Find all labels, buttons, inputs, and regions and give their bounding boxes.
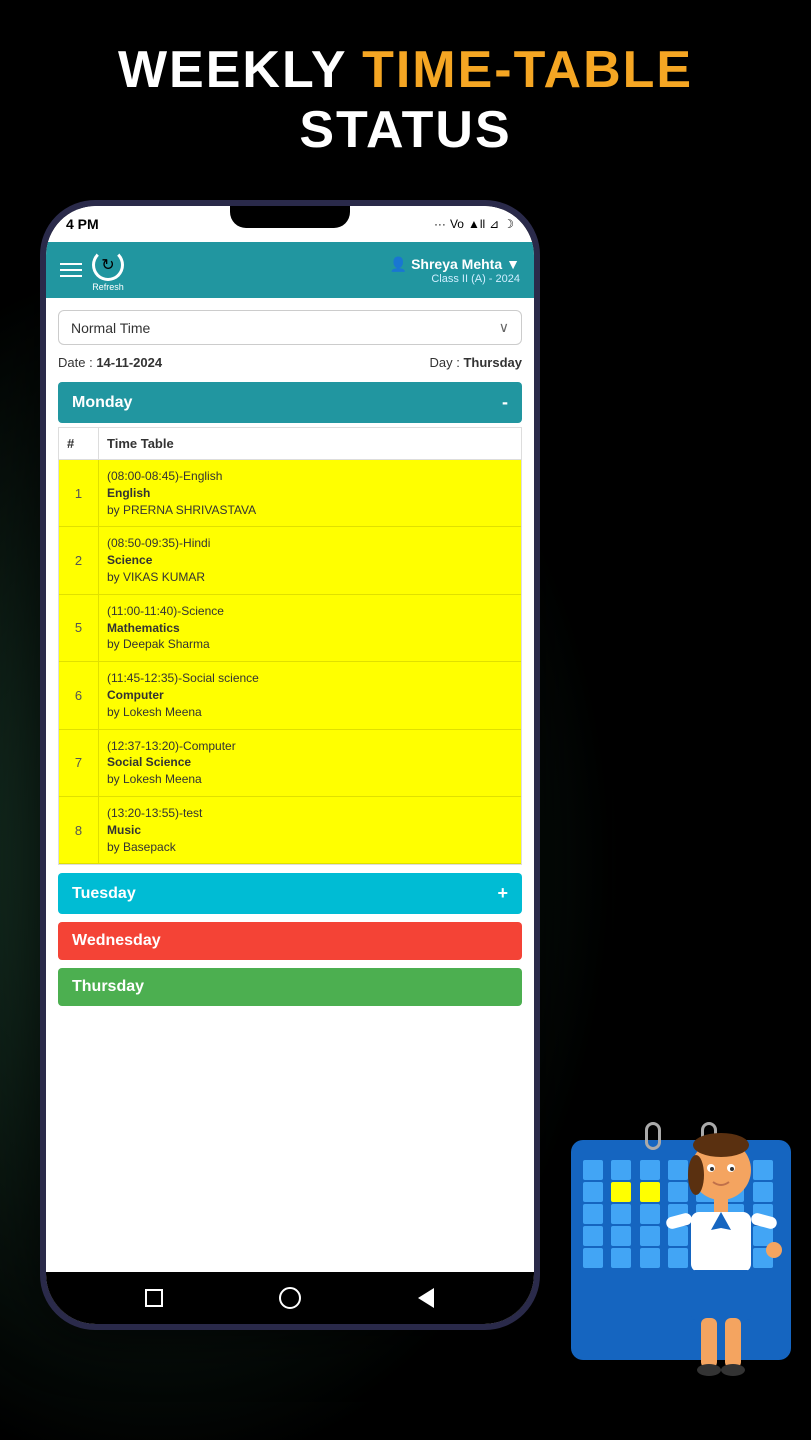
dropdown-arrow-nav: ▼	[506, 256, 520, 272]
row-subject-8: (13:20-13:55)-testMusic by Basepack	[99, 797, 521, 863]
refresh-icon: ↻	[92, 249, 124, 281]
moon-icon: ☽	[503, 217, 514, 231]
row-num-2: 2	[59, 527, 99, 593]
table-row: 2 (08:50-09:35)-HindiScience by VIKAS KU…	[59, 527, 521, 594]
title-status: STATUS	[0, 100, 811, 160]
dropdown-selected: Normal Time	[71, 320, 150, 336]
title-timetable: TIME-TABLE	[362, 41, 693, 99]
row-subject-7: (12:37-13:20)-ComputerSocial Science by …	[99, 730, 521, 796]
monday-section: Monday - # Time Table 1 (08:00-08:45)-En…	[58, 382, 522, 865]
character-figure	[641, 1120, 801, 1400]
row-num-8: 8	[59, 797, 99, 863]
thursday-header[interactable]: Thursday	[58, 968, 522, 1006]
battery-icon: ⊿	[489, 217, 499, 231]
table-row: 5 (11:00-11:40)-ScienceMathematics by De…	[59, 595, 521, 662]
day-display: Day : Thursday	[430, 355, 522, 370]
row-subject-1: (08:00-08:45)-EnglishEnglish by PRERNA S…	[99, 460, 521, 526]
table-row: 1 (08:00-08:45)-EnglishEnglish by PRERNA…	[59, 460, 521, 527]
tuesday-toggle: +	[497, 883, 508, 904]
signal-icon: ···	[434, 217, 446, 231]
nav-recent-button[interactable]	[143, 1287, 165, 1309]
home-icon	[279, 1287, 301, 1309]
row-subject-5: (11:00-11:40)-ScienceMathematics by Deep…	[99, 595, 521, 661]
wednesday-section: Wednesday	[58, 922, 522, 960]
user-icon: 👤	[390, 256, 407, 273]
table-row: 8 (13:20-13:55)-testMusic by Basepack	[59, 797, 521, 864]
row-subject-6: (11:45-12:35)-Social scienceComputer by …	[99, 662, 521, 728]
col-num: #	[59, 428, 99, 459]
hamburger-menu[interactable]	[60, 263, 82, 277]
refresh-label: Refresh	[92, 282, 124, 292]
time-type-dropdown[interactable]: Normal Time ∨	[58, 310, 522, 345]
monday-timetable: # Time Table 1 (08:00-08:45)-EnglishEngl…	[58, 427, 522, 865]
phone-notch	[230, 206, 350, 228]
nav-home-button[interactable]	[279, 1287, 301, 1309]
thursday-section: Thursday	[58, 968, 522, 1006]
monday-toggle: -	[502, 392, 508, 413]
phone-mockup: 4 PM ··· Vo ▲ll ⊿ ☽ ↻ Refresh	[40, 200, 540, 1330]
timetable-header: # Time Table	[59, 428, 521, 460]
recent-icon	[145, 1289, 163, 1307]
dropdown-chevron: ∨	[499, 319, 509, 336]
date-display: Date : 14-11-2024	[58, 355, 162, 370]
table-row: 6 (11:45-12:35)-Social scienceComputer b…	[59, 662, 521, 729]
page-title: WEEKLY TIME-TABLE STATUS	[0, 40, 811, 160]
wednesday-label: Wednesday	[72, 932, 161, 950]
class-info: Class II (A) - 2024	[431, 273, 520, 285]
status-time: 4 PM	[66, 216, 99, 232]
row-subject-2: (08:50-09:35)-HindiScience by VIKAS KUMA…	[99, 527, 521, 593]
row-num-1: 1	[59, 460, 99, 526]
bottom-nav	[46, 1272, 534, 1324]
row-num-6: 6	[59, 662, 99, 728]
row-num-7: 7	[59, 730, 99, 796]
refresh-button[interactable]: ↻ Refresh	[92, 249, 124, 292]
nav-back-button[interactable]	[415, 1287, 437, 1309]
col-timetable: Time Table	[99, 428, 521, 459]
thursday-label: Thursday	[72, 978, 144, 996]
status-icons: ··· Vo ▲ll ⊿ ☽	[434, 217, 514, 231]
date-row: Date : 14-11-2024 Day : Thursday	[58, 355, 522, 370]
network-icon: Vo	[450, 217, 464, 231]
tuesday-section: Tuesday +	[58, 873, 522, 914]
wifi-icon: ▲ll	[468, 217, 485, 231]
row-num-5: 5	[59, 595, 99, 661]
table-row: 7 (12:37-13:20)-ComputerSocial Science b…	[59, 730, 521, 797]
title-weekly: WEEKLY	[118, 41, 348, 99]
top-nav: ↻ Refresh 👤 Shreya Mehta ▼ Class II (A) …	[46, 242, 534, 298]
monday-header[interactable]: Monday -	[58, 382, 522, 423]
wednesday-header[interactable]: Wednesday	[58, 922, 522, 960]
monday-label: Monday	[72, 394, 132, 412]
tuesday-label: Tuesday	[72, 885, 136, 903]
app-content: Normal Time ∨ Date : 14-11-2024 Day : Th…	[46, 298, 534, 1272]
tuesday-header[interactable]: Tuesday +	[58, 873, 522, 914]
back-icon	[418, 1288, 434, 1308]
user-name[interactable]: 👤 Shreya Mehta ▼	[390, 256, 520, 273]
